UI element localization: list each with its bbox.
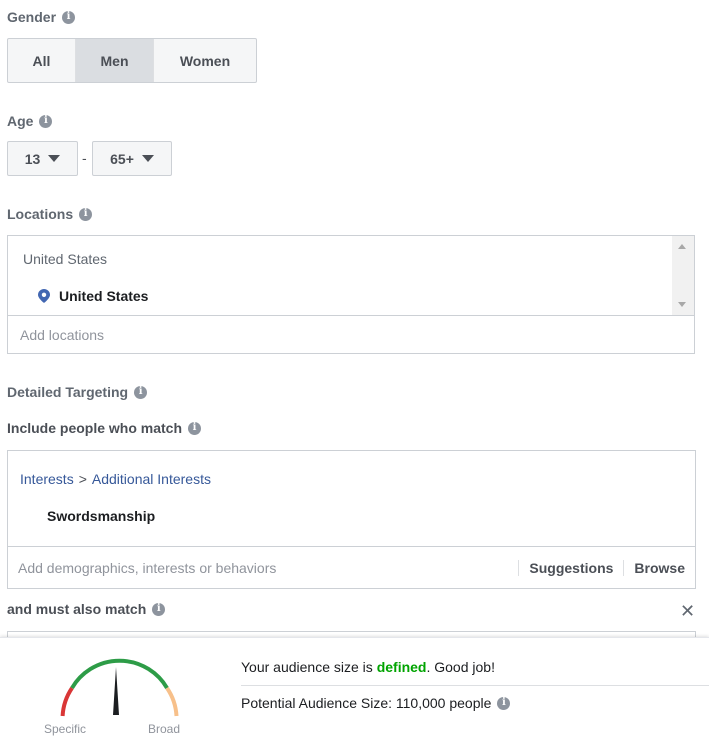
caret-down-icon (141, 155, 154, 162)
suggestions-button[interactable]: Suggestions (518, 559, 623, 576)
age-min-value: 13 (24, 150, 41, 167)
browse-button[interactable]: Browse (623, 559, 695, 576)
potential-audience: Potential Audience Size: 110,000 people … (241, 695, 511, 711)
location-item-label: United States (59, 288, 149, 304)
breadcrumb-separator: > (78, 471, 87, 487)
age-max-value: 65+ (110, 150, 134, 167)
detailed-targeting-label-text: Detailed Targeting (7, 384, 129, 400)
must-also-match-label: and must also match i (7, 601, 166, 617)
audience-status-suffix: . Good job! (426, 659, 495, 675)
divider (241, 685, 709, 686)
must-also-match-text: and must also match (7, 601, 147, 617)
age-min-dropdown[interactable]: 13 (7, 141, 78, 176)
age-separator: - (82, 150, 87, 166)
locations-scrollbar[interactable] (672, 236, 694, 315)
location-pin-icon (38, 289, 50, 303)
gender-selector: All Men Women (7, 38, 257, 83)
include-label: Include people who match i (7, 420, 202, 436)
gender-label-text: Gender (7, 9, 57, 25)
info-icon[interactable]: i (62, 10, 76, 24)
locations-list: United States United States (8, 236, 694, 315)
audience-status-value: defined (376, 659, 427, 675)
gauge-broad-label: Broad (148, 722, 181, 736)
targeting-item[interactable]: Swordsmanship (47, 508, 155, 524)
potential-audience-text: Potential Audience Size: 110,000 people (241, 695, 492, 711)
audience-status-prefix: Your audience size is (241, 659, 377, 675)
info-icon[interactable]: i (188, 421, 202, 435)
gauge-specific-label: Specific (44, 722, 87, 736)
gender-all-button[interactable]: All (8, 39, 76, 82)
targeting-breadcrumb: Interests > Additional Interests (20, 471, 211, 487)
audience-footer: Specific Broad Your audience size is def… (0, 637, 709, 741)
detailed-targeting-label: Detailed Targeting i (7, 384, 148, 400)
info-icon[interactable]: i (497, 696, 511, 710)
scroll-up-icon[interactable] (678, 244, 686, 249)
breadcrumb-additional-interests[interactable]: Additional Interests (92, 471, 211, 487)
targeting-search-input[interactable]: Add demographics, interests or behaviors (18, 560, 518, 576)
detailed-targeting-box: Interests > Additional Interests Swordsm… (7, 450, 696, 589)
audience-status: Your audience size is defined. Good job! (241, 659, 495, 675)
targeting-search-row: Add demographics, interests or behaviors… (8, 546, 695, 588)
add-locations-input[interactable]: Add locations (8, 315, 694, 353)
age-max-dropdown[interactable]: 65+ (92, 141, 172, 176)
gender-men-button[interactable]: Men (76, 39, 154, 82)
locations-label: Locations i (7, 206, 93, 222)
info-icon[interactable]: i (79, 207, 93, 221)
gender-label: Gender i (7, 9, 76, 25)
locations-group-header: United States (23, 251, 108, 267)
info-icon[interactable]: i (39, 114, 53, 128)
age-label: Age i (7, 113, 53, 129)
scroll-down-icon[interactable] (678, 302, 686, 307)
info-icon[interactable]: i (152, 602, 166, 616)
age-label-text: Age (7, 113, 34, 129)
location-item[interactable]: United States (38, 288, 148, 304)
gender-women-button[interactable]: Women (154, 39, 256, 82)
locations-label-text: Locations (7, 206, 74, 222)
caret-down-icon (48, 155, 61, 162)
breadcrumb-interests[interactable]: Interests (20, 471, 74, 487)
locations-box: United States United States Add location… (7, 235, 695, 354)
info-icon[interactable]: i (134, 385, 148, 399)
close-icon[interactable]: ✕ (680, 601, 695, 622)
include-label-text: Include people who match (7, 420, 183, 436)
